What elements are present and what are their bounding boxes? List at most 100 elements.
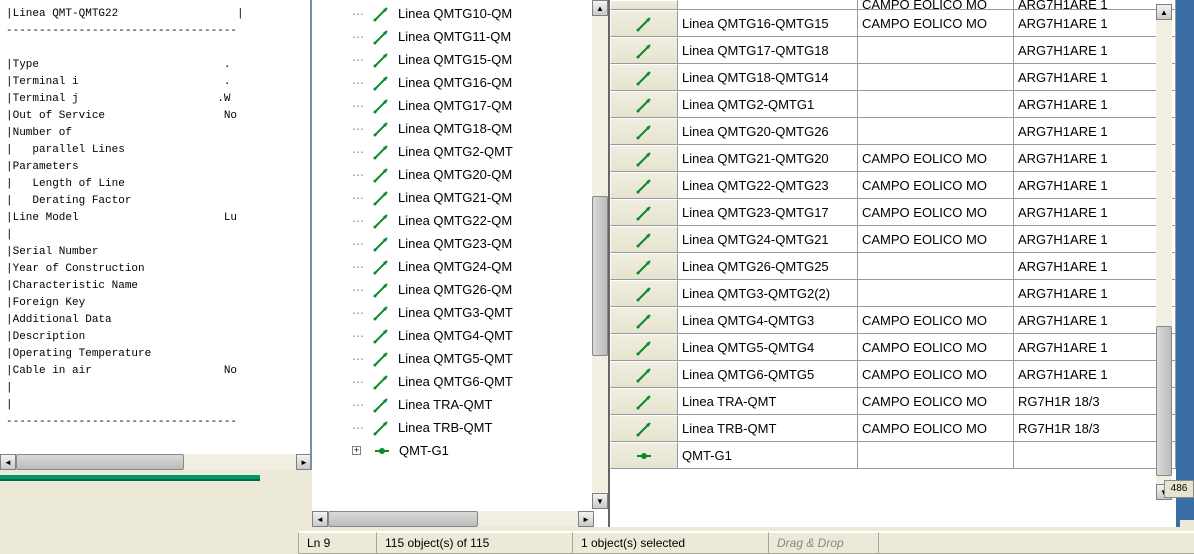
row-icon-cell[interactable] <box>610 199 678 226</box>
cell-name[interactable]: Linea QMTG3-QMTG2(2) <box>678 280 858 307</box>
scroll-left-button[interactable]: ◄ <box>312 511 328 527</box>
cell-col2[interactable] <box>858 442 1014 469</box>
cell-col3[interactable]: ARG7H1ARE 1 <box>1014 118 1176 145</box>
cell-col2[interactable]: CAMPO EOLICO MO <box>858 388 1014 415</box>
tree-item[interactable]: ⋯Linea QMTG2-QMT <box>352 140 608 163</box>
cell-col2[interactable] <box>858 253 1014 280</box>
cell-col2[interactable] <box>858 118 1014 145</box>
scroll-right-button[interactable]: ► <box>578 511 594 527</box>
cell-name[interactable]: Linea QMTG5-QMTG4 <box>678 334 858 361</box>
table-row[interactable]: Linea QMTG6-QMTG5CAMPO EOLICO MOARG7H1AR… <box>610 361 1176 388</box>
row-icon-cell[interactable] <box>610 118 678 145</box>
table-row[interactable]: Linea QMTG21-QMTG20CAMPO EOLICO MOARG7H1… <box>610 145 1176 172</box>
cell-col2[interactable]: CAMPO EOLICO MO <box>858 172 1014 199</box>
cell-col2[interactable]: CAMPO EOLICO MO <box>858 226 1014 253</box>
cell-col3[interactable]: ARG7H1ARE 1 <box>1014 361 1176 388</box>
cell-col2[interactable]: CAMPO EOLICO MO <box>858 199 1014 226</box>
scroll-track[interactable] <box>328 511 578 527</box>
scroll-down-button[interactable]: ▼ <box>592 493 608 509</box>
background-tab[interactable]: 486 <box>1164 480 1194 498</box>
tree-item[interactable]: ⋯Linea QMTG17-QM <box>352 94 608 117</box>
row-icon-cell[interactable] <box>610 37 678 64</box>
cell-col3[interactable]: ARG7H1ARE 1 <box>1014 37 1176 64</box>
tree-item[interactable]: ⋯Linea QMTG16-QM <box>352 71 608 94</box>
scroll-left-button[interactable]: ◄ <box>0 454 16 470</box>
cell-col2[interactable]: CAMPO EOLICO MO <box>858 0 1014 10</box>
table-row[interactable]: Linea QMTG18-QMTG14ARG7H1ARE 1 <box>610 64 1176 91</box>
cell-col3[interactable] <box>1014 442 1176 469</box>
scroll-track[interactable] <box>16 454 296 470</box>
expand-icon[interactable]: + <box>352 446 361 455</box>
cell-col2[interactable]: CAMPO EOLICO MO <box>858 10 1014 37</box>
cell-name[interactable]: Linea QMTG4-QMTG3 <box>678 307 858 334</box>
tree-item[interactable]: ⋯Linea QMTG26-QM <box>352 278 608 301</box>
cell-col3[interactable]: ARG7H1ARE 1 <box>1014 334 1176 361</box>
table-row[interactable]: Linea QMTG17-QMTG18ARG7H1ARE 1 <box>610 37 1176 64</box>
tree-item[interactable]: ⋯Linea QMTG15-QM <box>352 48 608 71</box>
row-icon-cell[interactable] <box>610 442 678 469</box>
tree-item[interactable]: ⋯Linea TRA-QMT <box>352 393 608 416</box>
tree-item[interactable]: ⋯Linea QMTG22-QM <box>352 209 608 232</box>
grid-vertical-scrollbar[interactable]: ▲ ▼ <box>1156 4 1172 500</box>
row-icon-cell[interactable] <box>610 91 678 118</box>
table-row[interactable]: Linea QMTG3-QMTG2(2) ARG7H1ARE 1 <box>610 280 1176 307</box>
cell-col2[interactable] <box>858 91 1014 118</box>
scroll-thumb[interactable] <box>16 454 184 470</box>
row-icon-cell[interactable] <box>610 307 678 334</box>
scroll-right-button[interactable]: ► <box>296 454 312 470</box>
cell-name[interactable]: Linea TRA-QMT <box>678 388 858 415</box>
cell-name[interactable]: Linea QMTG2-QMTG1 <box>678 91 858 118</box>
row-icon-cell[interactable] <box>610 226 678 253</box>
tree-item[interactable]: ⋯Linea QMTG4-QMT <box>352 324 608 347</box>
row-icon-cell[interactable] <box>610 361 678 388</box>
tree-item[interactable]: ⋯Linea QMTG11-QM <box>352 25 608 48</box>
row-icon-cell[interactable] <box>610 10 678 37</box>
cell-col3[interactable]: RG7H1R 18/3 <box>1014 415 1176 442</box>
cell-col2[interactable]: CAMPO EOLICO MO <box>858 415 1014 442</box>
cell-name[interactable]: Linea QMTG21-QMTG20 <box>678 145 858 172</box>
tree-item[interactable]: ⋯Linea TRB-QMT <box>352 416 608 439</box>
tree-vertical-scrollbar[interactable]: ▲ ▼ <box>592 0 608 509</box>
cell-col3[interactable]: ARG7H1ARE 1 <box>1014 253 1176 280</box>
row-icon-cell[interactable] <box>610 388 678 415</box>
tree-item[interactable]: ⋯Linea QMTG5-QMT <box>352 347 608 370</box>
details-horizontal-scrollbar[interactable]: ◄ ► <box>0 454 312 470</box>
tree-item[interactable]: ⋯Linea QMTG24-QM <box>352 255 608 278</box>
cell-col2[interactable]: CAMPO EOLICO MO <box>858 361 1014 388</box>
cell-name[interactable] <box>678 0 858 10</box>
row-icon-cell[interactable] <box>610 64 678 91</box>
row-icon-cell[interactable] <box>610 172 678 199</box>
table-row[interactable]: Linea QMTG4-QMTG3CAMPO EOLICO MOARG7H1AR… <box>610 307 1176 334</box>
table-row[interactable]: Linea QMTG2-QMTG1ARG7H1ARE 1 <box>610 91 1176 118</box>
cell-col3[interactable]: ARG7H1ARE 1 <box>1014 226 1176 253</box>
table-row[interactable]: CAMPO EOLICO MOARG7H1ARE 1 <box>610 0 1176 10</box>
tree-item[interactable]: ⋯Linea QMTG3-QMT <box>352 301 608 324</box>
tree-item[interactable]: ⋯Linea QMTG10-QM <box>352 2 608 25</box>
table-row[interactable]: Linea QMTG22-QMTG23CAMPO EOLICO MOARG7H1… <box>610 172 1176 199</box>
cell-col2[interactable] <box>858 280 1014 307</box>
table-row[interactable]: Linea QMTG24-QMTG21CAMPO EOLICO MOARG7H1… <box>610 226 1176 253</box>
cell-name[interactable]: Linea QMTG23-QMTG17 <box>678 199 858 226</box>
cell-col3[interactable]: ARG7H1ARE 1 <box>1014 199 1176 226</box>
table-row[interactable]: Linea TRB-QMTCAMPO EOLICO MORG7H1R 18/3 <box>610 415 1176 442</box>
cell-col2[interactable]: CAMPO EOLICO MO <box>858 307 1014 334</box>
cell-col3[interactable]: ARG7H1ARE 1 <box>1014 64 1176 91</box>
cell-col3[interactable]: ARG7H1ARE 1 <box>1014 172 1176 199</box>
cell-name[interactable]: Linea TRB-QMT <box>678 415 858 442</box>
table-row[interactable]: Linea QMTG26-QMTG25ARG7H1ARE 1 <box>610 253 1176 280</box>
table-row[interactable]: Linea QMTG23-QMTG17CAMPO EOLICO MOARG7H1… <box>610 199 1176 226</box>
scroll-track[interactable] <box>592 16 608 493</box>
scroll-track[interactable] <box>1156 20 1172 484</box>
cell-name[interactable]: Linea QMTG16-QMTG15 <box>678 10 858 37</box>
cell-col3[interactable]: ARG7H1ARE 1 <box>1014 280 1176 307</box>
table-row[interactable]: Linea QMTG20-QMTG26ARG7H1ARE 1 <box>610 118 1176 145</box>
cell-col3[interactable]: ARG7H1ARE 1 <box>1014 0 1176 10</box>
scroll-thumb[interactable] <box>592 196 608 356</box>
tree-item[interactable]: ⋯Linea QMTG6-QMT <box>352 370 608 393</box>
row-icon-cell[interactable] <box>610 280 678 307</box>
cell-name[interactable]: Linea QMTG22-QMTG23 <box>678 172 858 199</box>
table-row[interactable]: Linea QMTG5-QMTG4CAMPO EOLICO MOARG7H1AR… <box>610 334 1176 361</box>
row-icon-cell[interactable] <box>610 415 678 442</box>
tree-item[interactable]: ⋯Linea QMTG20-QM <box>352 163 608 186</box>
cell-col3[interactable]: RG7H1R 18/3 <box>1014 388 1176 415</box>
